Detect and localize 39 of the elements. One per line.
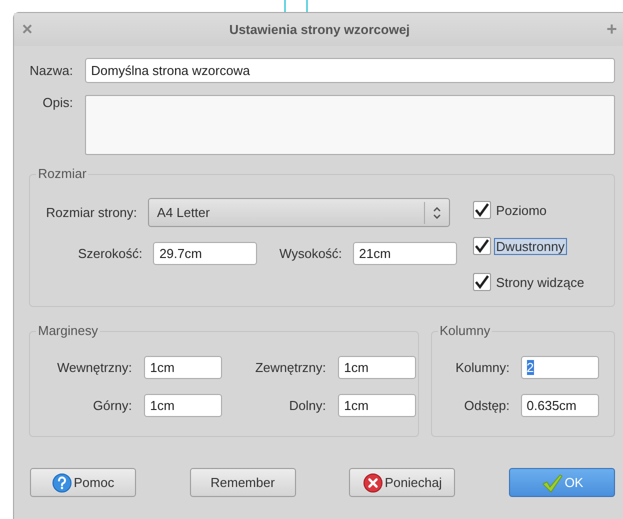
- text-field[interactable]: 1cm: [144, 394, 222, 417]
- page-size-dropdown[interactable]: A4 Letter: [148, 198, 450, 227]
- field-label: Odstęp:: [464, 398, 510, 413]
- text-field[interactable]: 21cm: [353, 242, 458, 265]
- spinner-icon: [433, 206, 442, 220]
- group-title: Marginesy: [36, 323, 100, 339]
- field-label: Kolumny:: [455, 360, 510, 375]
- description-field[interactable]: [85, 95, 615, 155]
- group-title: Kolumny: [438, 323, 492, 339]
- cancel-button[interactable]: Poniechaj: [349, 468, 456, 497]
- field-label: Górny:: [92, 398, 132, 413]
- field-label: Nazwa:: [28, 63, 73, 78]
- field-label: Opis:: [42, 95, 73, 110]
- field-label: Dolny:: [289, 398, 326, 413]
- text-field[interactable]: 29.7cm: [153, 242, 258, 265]
- window-title: Ustawienia strony wzorcowej: [229, 22, 410, 37]
- field-label: Rozmiar strony:: [46, 205, 138, 220]
- plain-button[interactable]: Remember: [190, 468, 296, 497]
- checkbox[interactable]: [473, 273, 492, 291]
- field-label: Wewnętrzny:: [57, 360, 132, 375]
- text-field[interactable]: 0.635cm: [520, 394, 599, 417]
- help-icon: [52, 472, 72, 492]
- text-field[interactable]: 1cm: [144, 356, 222, 379]
- checkbox[interactable]: [473, 201, 492, 219]
- checkbox-label[interactable]: Poziomo: [494, 202, 549, 218]
- checkbox-label[interactable]: Strony widzące: [494, 274, 586, 290]
- field-label: Szerokość:: [78, 246, 142, 261]
- text-field[interactable]: 1cm: [338, 394, 416, 417]
- checkmark-icon: [540, 472, 563, 492]
- checkbox-label[interactable]: Dwustronny: [494, 238, 567, 254]
- checkbox[interactable]: [473, 237, 492, 255]
- cancel-icon: [362, 472, 383, 492]
- text-field[interactable]: 1cm: [338, 356, 416, 379]
- field-label: Wysokość:: [279, 246, 342, 261]
- help-button[interactable]: Pomoc: [30, 468, 136, 497]
- text-field[interactable]: 2: [520, 356, 599, 379]
- guide-lines-drawing: [284, 0, 308, 12]
- field-label: Zewnętrzny:: [255, 360, 326, 375]
- text-field[interactable]: Domyślna strona wzorcowa: [85, 58, 615, 83]
